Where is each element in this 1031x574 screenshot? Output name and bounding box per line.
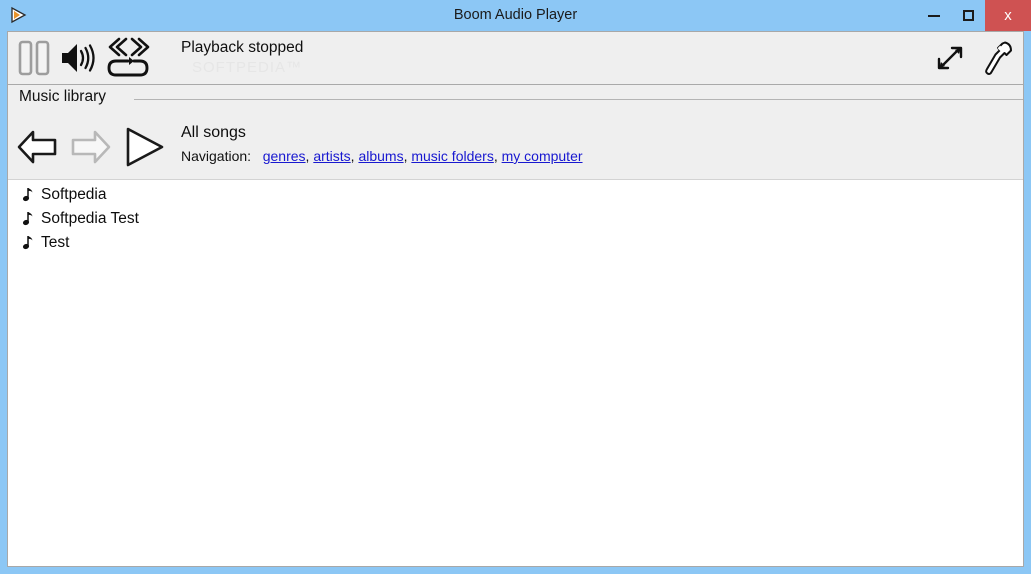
navigation-arrows <box>12 115 174 179</box>
application-window: Boom Audio Player x Playback stopped SOF… <box>0 0 1031 574</box>
minimize-button[interactable] <box>917 0 951 31</box>
song-title: Softpedia <box>41 186 107 203</box>
player-toolbar: Playback stopped SOFTPEDIA™ www.softpedi… <box>8 32 1023 105</box>
wrench-settings-icon <box>985 41 1012 75</box>
volume-speaker-icon <box>62 44 95 72</box>
expand-fullscreen-icon <box>937 46 963 70</box>
list-item[interactable]: Test <box>8 231 1023 255</box>
music-library-group: Music library <box>8 85 1023 115</box>
forward-arrow-icon <box>71 130 111 164</box>
list-item[interactable]: Softpedia Test <box>8 207 1023 231</box>
play-button[interactable] <box>116 121 174 173</box>
back-button[interactable] <box>12 121 64 173</box>
play-triangle-icon <box>9 5 29 25</box>
music-note-icon <box>22 235 35 251</box>
playback-status: Playback stopped <box>181 39 304 56</box>
music-library-label: Music library <box>19 88 112 106</box>
close-button[interactable]: x <box>985 0 1031 31</box>
next-track-icon <box>130 37 150 57</box>
transport-controls <box>12 32 154 84</box>
navigation-label: Navigation: <box>181 148 252 164</box>
nav-link-my-computer[interactable]: my computer <box>502 148 583 164</box>
nav-link-artists[interactable]: artists <box>313 148 350 164</box>
client-area: Playback stopped SOFTPEDIA™ www.softpedi… <box>7 31 1024 567</box>
list-item[interactable]: Softpedia <box>8 183 1023 207</box>
minimize-icon <box>928 14 940 17</box>
nav-link-genres[interactable]: genres <box>263 148 306 164</box>
pause-button[interactable] <box>12 35 56 81</box>
repeat-icon <box>107 57 149 77</box>
toolbar-right-controls <box>927 32 1017 84</box>
back-arrow-icon <box>17 130 57 164</box>
forward-button[interactable] <box>64 121 116 173</box>
song-title: Test <box>41 234 70 251</box>
window-controls: x <box>917 0 1031 31</box>
song-list[interactable]: Softpedia Softpedia Test Test <box>8 180 1023 566</box>
page-title: All songs <box>181 124 246 141</box>
play-arrow-icon <box>126 127 164 167</box>
volume-button[interactable] <box>56 35 102 81</box>
pause-icon <box>18 40 50 76</box>
music-note-icon <box>22 211 35 227</box>
window-title: Boom Audio Player <box>453 7 578 23</box>
skip-repeat-controls <box>102 33 154 83</box>
music-note-icon <box>22 187 35 203</box>
maximize-button[interactable] <box>951 0 985 31</box>
title-bar: Boom Audio Player x <box>0 0 1031 31</box>
settings-button[interactable] <box>973 35 1017 81</box>
maximize-icon <box>962 10 974 21</box>
previous-track-icon <box>108 37 128 57</box>
expand-button[interactable] <box>927 35 973 81</box>
navigation-panel: All songs Navigation: genres, artists, a… <box>8 115 1023 180</box>
navigation-links: Navigation: genres, artists, albums, mus… <box>181 148 583 164</box>
watermark-top: SOFTPEDIA™ <box>192 59 303 76</box>
song-title: Softpedia Test <box>41 210 139 227</box>
nav-link-music-folders[interactable]: music folders <box>411 148 493 164</box>
group-separator-line <box>134 99 1023 100</box>
nav-link-albums[interactable]: albums <box>358 148 403 164</box>
